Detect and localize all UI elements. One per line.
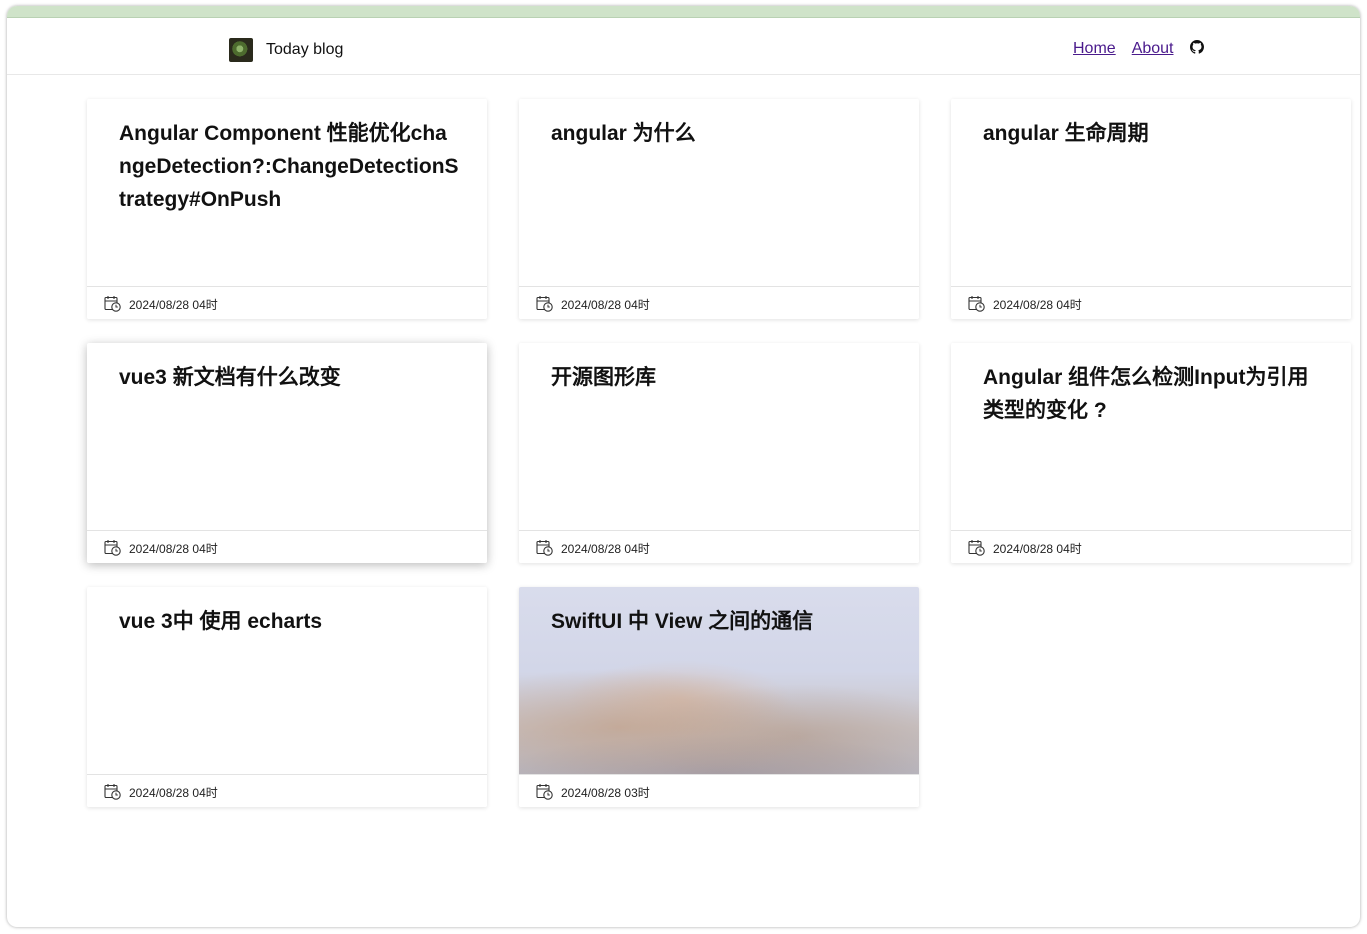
post-card-body[interactable]: 开源图形库 <box>519 343 919 530</box>
top-accent-bar <box>7 6 1360 18</box>
avatar[interactable] <box>229 38 253 62</box>
post-card[interactable]: SwiftUI 中 View 之间的通信 2024/08/28 03时 <box>519 587 919 807</box>
calendar-clock-icon <box>536 784 553 800</box>
calendar-clock-icon <box>968 296 985 312</box>
post-footer: 2024/08/28 04时 <box>951 286 1351 319</box>
post-card-body[interactable]: Angular Component 性能优化changeDetection?:C… <box>87 99 487 286</box>
main-nav: Home About <box>1073 40 1204 58</box>
nav-home-link[interactable]: Home <box>1073 40 1116 58</box>
site-header: Today blog Home About <box>7 18 1360 75</box>
post-card[interactable]: vue3 新文档有什么改变 2024/08/28 04时 <box>87 343 487 563</box>
post-footer: 2024/08/28 04时 <box>87 774 487 807</box>
post-date: 2024/08/28 03时 <box>561 786 650 800</box>
post-card[interactable]: 开源图形库 2024/08/28 04时 <box>519 343 919 563</box>
calendar-clock-icon <box>104 296 121 312</box>
post-title[interactable]: vue3 新文档有什么改变 <box>119 361 459 394</box>
post-date: 2024/08/28 04时 <box>129 298 218 312</box>
post-footer: 2024/08/28 04时 <box>87 286 487 319</box>
post-footer: 2024/08/28 03时 <box>519 774 919 807</box>
post-title[interactable]: Angular 组件怎么检测Input为引用类型的变化 ? <box>983 361 1323 427</box>
post-title[interactable]: Angular Component 性能优化changeDetection?:C… <box>119 117 459 216</box>
calendar-clock-icon <box>536 540 553 556</box>
post-card[interactable]: Angular Component 性能优化changeDetection?:C… <box>87 99 487 319</box>
nav-about-link[interactable]: About <box>1132 40 1174 58</box>
post-card-body[interactable]: vue3 新文档有什么改变 <box>87 343 487 530</box>
post-date: 2024/08/28 04时 <box>993 298 1082 312</box>
post-title[interactable]: SwiftUI 中 View 之间的通信 <box>551 605 891 638</box>
post-title[interactable]: angular 生命周期 <box>983 117 1323 150</box>
post-card[interactable]: Angular 组件怎么检测Input为引用类型的变化 ? 2024/08/28… <box>951 343 1351 563</box>
post-date: 2024/08/28 04时 <box>129 786 218 800</box>
calendar-clock-icon <box>536 296 553 312</box>
post-date: 2024/08/28 04时 <box>993 542 1082 556</box>
brand[interactable]: Today blog <box>229 38 343 62</box>
post-date: 2024/08/28 04时 <box>561 298 650 312</box>
calendar-clock-icon <box>104 540 121 556</box>
post-card[interactable]: angular 生命周期 2024/08/28 04时 <box>951 99 1351 319</box>
post-card-body[interactable]: vue 3中 使用 echarts <box>87 587 487 774</box>
post-card-body[interactable]: Angular 组件怎么检测Input为引用类型的变化 ? <box>951 343 1351 530</box>
post-card-body[interactable]: SwiftUI 中 View 之间的通信 <box>519 587 919 774</box>
post-footer: 2024/08/28 04时 <box>519 530 919 563</box>
calendar-clock-icon <box>968 540 985 556</box>
post-card-body[interactable]: angular 生命周期 <box>951 99 1351 286</box>
post-footer: 2024/08/28 04时 <box>519 286 919 319</box>
brand-title[interactable]: Today blog <box>266 41 343 59</box>
post-footer: 2024/08/28 04时 <box>87 530 487 563</box>
github-icon[interactable] <box>1189 40 1204 54</box>
post-title[interactable]: angular 为什么 <box>551 117 891 150</box>
post-card[interactable]: vue 3中 使用 echarts 2024/08/28 04时 <box>87 587 487 807</box>
post-footer: 2024/08/28 04时 <box>951 530 1351 563</box>
post-date: 2024/08/28 04时 <box>561 542 650 556</box>
post-title[interactable]: 开源图形库 <box>551 361 891 394</box>
post-card-body[interactable]: angular 为什么 <box>519 99 919 286</box>
post-date: 2024/08/28 04时 <box>129 542 218 556</box>
calendar-clock-icon <box>104 784 121 800</box>
browser-window: Today blog Home About Angular Component … <box>7 6 1360 927</box>
post-title[interactable]: vue 3中 使用 echarts <box>119 605 459 638</box>
post-card[interactable]: angular 为什么 2024/08/28 04时 <box>519 99 919 319</box>
